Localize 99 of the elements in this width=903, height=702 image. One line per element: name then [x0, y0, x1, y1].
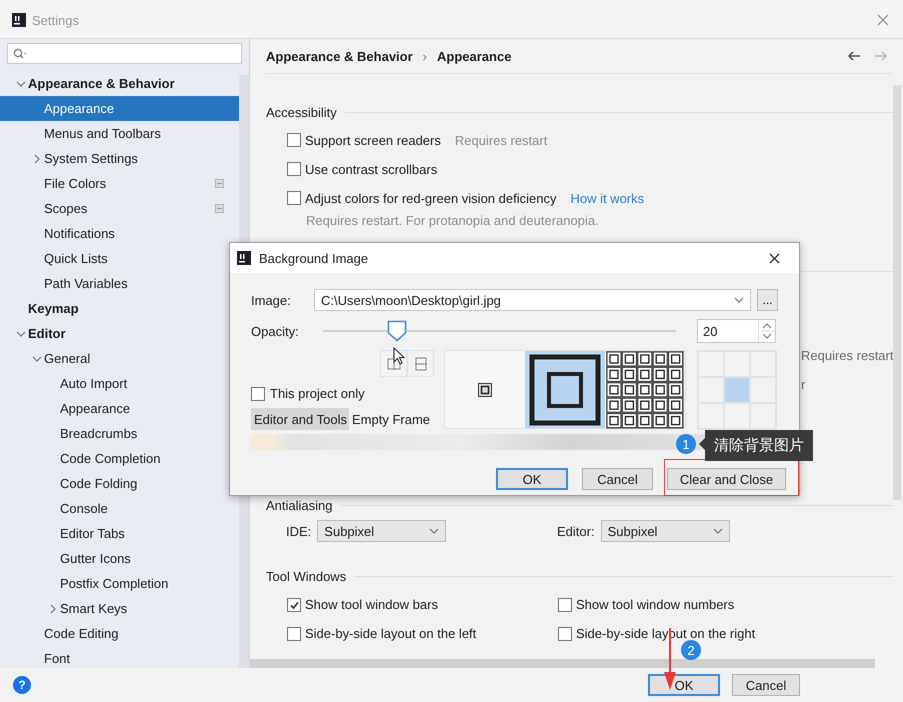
checkbox[interactable] [558, 598, 572, 612]
anchor-cell[interactable] [750, 403, 776, 429]
anchor-cell[interactable] [724, 403, 750, 429]
nested-squares-icon [529, 354, 601, 426]
checkbox[interactable] [287, 133, 301, 148]
restart-note: Requires restart [454, 132, 548, 148]
field-label: Image: [251, 292, 292, 308]
ok-button[interactable]: OK [496, 468, 568, 490]
hint-text: Requires restart. For protanopia and deuteranopia. [305, 212, 600, 229]
anchor-cell[interactable] [698, 377, 724, 403]
tooltip-pointer-icon [699, 438, 705, 450]
tree-item[interactable]: Code Editing [0, 621, 239, 646]
spinner-arrows-icon[interactable] [758, 320, 775, 342]
section-title: Tool Windows [266, 569, 346, 584]
help-button[interactable]: ? [13, 676, 31, 694]
checkbox[interactable] [287, 162, 301, 176]
field-label: Opacity: [251, 324, 300, 338]
split-rows-icon [414, 356, 428, 370]
back-arrow-icon[interactable] [847, 51, 862, 62]
anchor-cell[interactable] [698, 351, 724, 377]
tree-item[interactable]: Postfix Completion [0, 571, 239, 596]
image-path-field[interactable]: C:\Users\moon\Desktop\girl.jpg [314, 289, 751, 311]
option-label: Show tool window bars [305, 597, 438, 612]
checkbox-label: This project only [270, 386, 365, 401]
tree-item[interactable]: Font [0, 646, 239, 668]
tree-item[interactable]: Appearance & Behavior [0, 71, 239, 96]
opacity-spinner[interactable]: 20 [697, 319, 776, 343]
field-label: IDE: [286, 524, 312, 539]
tree-item[interactable]: Appearance [0, 96, 239, 121]
tree-item[interactable]: General [0, 346, 239, 371]
help-link[interactable]: How it works [570, 190, 644, 206]
tree-item[interactable]: System Settings [0, 146, 239, 171]
tree-item[interactable]: Notifications [0, 221, 239, 246]
option-label: Show tool window numbers [576, 597, 734, 612]
mouse-cursor-icon [393, 347, 405, 365]
breadcrumb-separator: › [422, 48, 428, 64]
chevron-down-icon[interactable] [32, 354, 42, 364]
scale-mode-option[interactable] [525, 351, 605, 428]
checkbox[interactable] [287, 598, 301, 612]
chevron-right-icon[interactable] [48, 604, 58, 614]
chevron-down-icon [712, 526, 723, 536]
ok-button[interactable]: OK [648, 674, 720, 696]
tile-mode-option[interactable] [605, 351, 685, 428]
search-field[interactable] [7, 43, 242, 64]
field-label: Editor: [557, 524, 595, 539]
checkbox[interactable] [287, 191, 301, 206]
app-logo-icon [12, 13, 26, 27]
scrollbar[interactable] [250, 659, 876, 668]
tree-item[interactable]: Gutter Icons [0, 546, 239, 571]
split-columns-icon [386, 356, 400, 370]
search-icon [13, 48, 27, 59]
option-text: r [801, 376, 806, 394]
chevron-down-icon[interactable] [16, 328, 26, 338]
section-title: Accessibility [266, 104, 337, 120]
scope-icon [215, 179, 224, 188]
option-label: Support screen readers [305, 132, 441, 148]
checkbox[interactable] [287, 626, 301, 641]
scrollbar[interactable] [893, 85, 901, 500]
clear-and-close-button[interactable]: Clear and Close [667, 468, 786, 490]
tree-item[interactable]: Scopes [0, 196, 239, 221]
chevron-right-icon[interactable] [32, 154, 42, 164]
section-title: Antialiasing [266, 498, 332, 514]
tree-item[interactable]: Menus and Toolbars [0, 121, 239, 146]
tooltip: 清除背景图片 [705, 430, 813, 461]
slider-thumb[interactable] [387, 320, 408, 342]
checkbox[interactable] [558, 626, 572, 641]
option-label: Side-by-side layout on the left [305, 626, 476, 642]
app-logo-icon [237, 251, 251, 265]
tree-item[interactable]: Editor Tabs [0, 521, 239, 546]
checkbox[interactable] [251, 386, 265, 400]
tree-item[interactable]: File Colors [0, 171, 239, 196]
small-square-icon [478, 382, 492, 396]
tree-item[interactable]: Editor [0, 321, 239, 346]
tab[interactable]: Editor and Tools [251, 408, 349, 430]
option-label: Use contrast scrollbars [305, 162, 438, 177]
anchor-cell[interactable] [750, 351, 776, 377]
breadcrumb-item: Appearance [437, 48, 512, 64]
dropdown[interactable]: Subpixel [600, 520, 730, 542]
anchor-cell[interactable] [724, 351, 750, 377]
dialog-title: Background Image [259, 250, 370, 266]
browse-button[interactable]: ... [757, 289, 778, 311]
anchor-cell[interactable] [724, 377, 750, 403]
anchor-cell[interactable] [750, 377, 776, 403]
tab[interactable]: Empty Frame [349, 408, 432, 430]
cancel-button[interactable]: Cancel [582, 468, 653, 490]
cancel-button[interactable]: Cancel [732, 674, 800, 696]
tree-item[interactable]: Console [0, 496, 239, 521]
chevron-down-icon[interactable] [16, 78, 26, 88]
breadcrumb-item: Appearance & Behavior [266, 48, 413, 64]
anchor-cell[interactable] [698, 403, 724, 429]
tree-item[interactable]: Smart Keys [0, 596, 239, 621]
scope-icon [215, 204, 224, 213]
option-text: Requires restart [801, 346, 894, 364]
option-label: Adjust colors for red-green vision deficiency [305, 190, 556, 206]
close-icon[interactable] [769, 252, 780, 264]
dropdown[interactable]: Subpixel [317, 520, 446, 542]
chevron-down-icon [734, 295, 744, 305]
window-title: Settings [32, 12, 80, 28]
chevron-down-icon [429, 526, 440, 536]
